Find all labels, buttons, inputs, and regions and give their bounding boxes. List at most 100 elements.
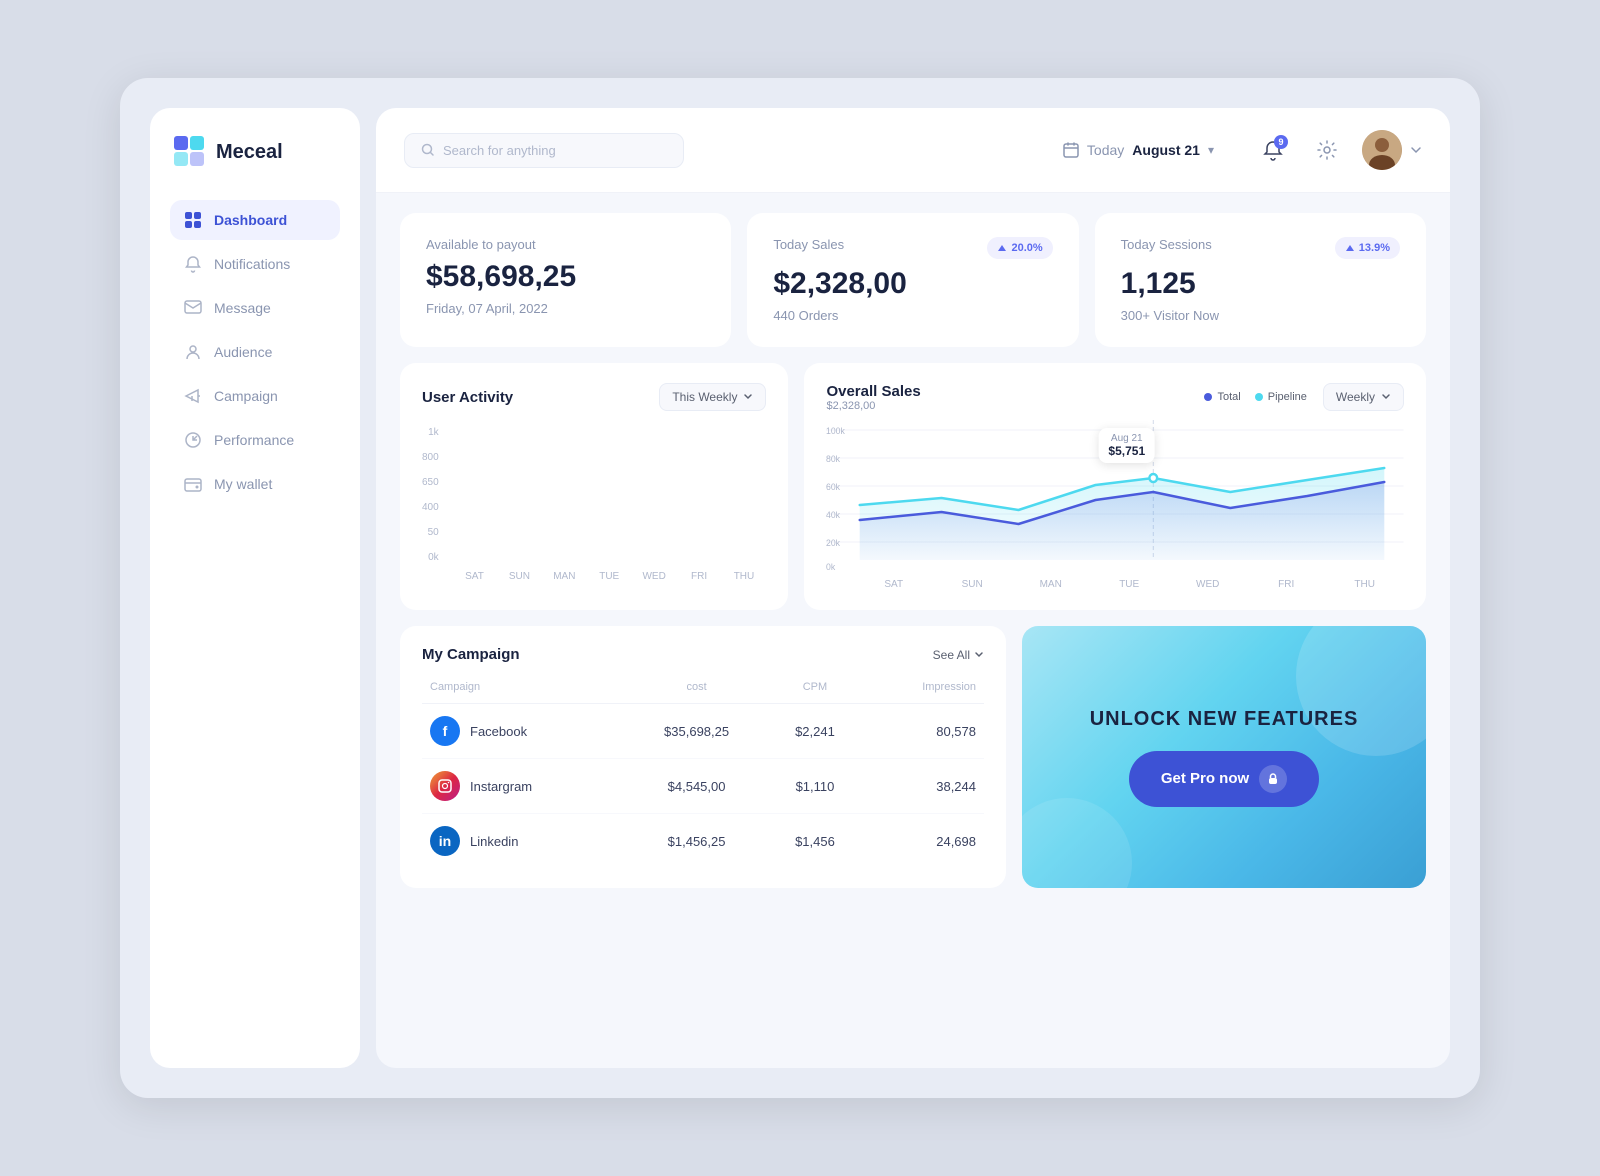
col-campaign: Campaign [422,677,626,704]
get-pro-button[interactable]: Get Pro now [1129,751,1319,807]
bar-x-labels: SAT SUN MAN TUE WED FRI THU [422,565,766,582]
sidebar-item-audience[interactable]: Audience [170,332,340,372]
user-activity-dropdown[interactable]: This Weekly [659,383,766,411]
date-pill[interactable]: Today August 21 ▾ [1063,142,1214,158]
impression-instagram: 38,244 [863,759,984,814]
impression-facebook: 80,578 [863,704,984,759]
gear-icon [1316,139,1338,161]
bell-icon [184,255,202,273]
stat-sub-payout: Friday, 07 April, 2022 [426,301,705,316]
date-chevron: ▾ [1208,143,1214,157]
stat-sub-sessions: 300+ Visitor Now [1121,308,1400,323]
calendar-icon [1063,142,1079,158]
overall-sales-card: Overall Sales $2,328,00 Total [804,363,1426,610]
charts-row: User Activity This Weekly 1k 80 [400,363,1426,610]
col-cost: cost [626,677,766,704]
stat-card-payout: Available to payout $58,698,25 Friday, 0… [400,213,731,347]
see-all-button[interactable]: See All [933,648,984,662]
stat-badge-value-sessions: 13.9% [1359,242,1390,254]
pro-unlock-text: UNLOCK NEW FEATURES [1090,708,1359,731]
stat-card-sales: Today Sales 20.0% $2,328,00 440 Orders [747,213,1078,347]
line-chart-container: 100k 80k 60k 40k 20k 0k [826,420,1404,575]
avatar-chevron-icon [1410,144,1422,156]
stats-row: Available to payout $58,698,25 Friday, 0… [400,213,1426,347]
svg-text:0k: 0k [826,562,836,572]
stat-badge-sessions: 13.9% [1335,237,1400,259]
legend-pipeline: Pipeline [1255,391,1307,403]
legend-total: Total [1204,391,1240,403]
table-row: f Facebook $35,698,25 $2,241 80,578 [422,704,984,759]
notification-badge: 9 [1274,135,1288,149]
stat-value-sales: $2,328,00 [773,267,1052,300]
instagram-icon [430,771,460,801]
search-placeholder: Search for anything [443,143,556,158]
user-activity-title: User Activity [422,389,513,406]
stat-badge-value-sales: 20.0% [1011,242,1042,254]
logo-area: Meceal [170,136,340,168]
legend-label-total: Total [1217,391,1240,403]
platform-cell-linkedin: in Linkedin [430,826,618,856]
svg-text:40k: 40k [826,510,841,520]
linkedin-icon: in [430,826,460,856]
line-chart-x-labels: SAT SUN MAN TUE WED FRI THU [826,575,1404,590]
legend-label-pipeline: Pipeline [1268,391,1307,403]
annotation-date: Aug 21 [1111,433,1143,444]
notification-button[interactable]: 9 [1254,131,1292,169]
stat-title-sales: Today Sales [773,237,844,252]
col-impression: Impression [863,677,984,704]
stat-title-sessions: Today Sessions [1121,237,1212,252]
app-name: Meceal [216,141,283,164]
user-activity-card: User Activity This Weekly 1k 80 [400,363,788,610]
search-bar[interactable]: Search for anything [404,133,684,168]
sidebar: Meceal Dashboard Notifications Mess [150,108,360,1068]
cpm-linkedin: $1,456 [767,814,863,869]
arrow-up-icon-sales [997,243,1007,253]
svg-text:60k: 60k [826,482,841,492]
sidebar-label-notifications: Notifications [214,256,290,272]
lock-icon [1259,765,1287,793]
header-actions: 9 [1254,130,1422,170]
sidebar-label-audience: Audience [214,344,272,360]
sidebar-item-performance[interactable]: Performance [170,420,340,460]
user-avatar-area[interactable] [1362,130,1422,170]
platform-cell-facebook: f Facebook [430,716,618,746]
user-avatar [1362,130,1402,170]
impression-linkedin: 24,698 [863,814,984,869]
campaign-table: Campaign cost CPM Impression f [422,677,984,868]
stat-badge-sales: 20.0% [987,237,1052,259]
arrow-up-icon-sessions [1345,243,1355,253]
dashboard-body: Available to payout $58,698,25 Friday, 0… [376,193,1450,1068]
svg-text:80k: 80k [826,454,841,464]
legend-dot-pipeline [1255,393,1263,401]
sidebar-item-message[interactable]: Message [170,288,340,328]
platform-name-instagram: Instargram [470,779,532,794]
platform-name-linkedin: Linkedin [470,834,518,849]
sidebar-item-mywallet[interactable]: My wallet [170,464,340,504]
campaign-card: My Campaign See All Campaign co [400,626,1006,888]
chevron-down-icon [743,392,753,402]
cost-linkedin: $1,456,25 [626,814,766,869]
table-row: in Linkedin $1,456,25 $1,456 24,698 [422,814,984,869]
campaign-header: My Campaign See All [422,646,984,663]
bar-groups [447,425,767,565]
cost-instagram: $4,545,00 [626,759,766,814]
dashboard-icon [184,211,202,229]
sidebar-item-dashboard[interactable]: Dashboard [170,200,340,240]
sidebar-label-message: Message [214,300,271,316]
settings-button[interactable] [1308,131,1346,169]
performance-icon [184,431,202,449]
line-chart-legend: Total Pipeline [1204,391,1306,403]
search-icon [421,143,435,157]
overall-sales-dropdown[interactable]: Weekly [1323,383,1404,411]
sidebar-item-campaign[interactable]: Campaign [170,376,340,416]
line-chart-title-area: Overall Sales $2,328,00 [826,383,920,412]
overall-sales-dropdown-label: Weekly [1336,390,1375,404]
chevron-down-icon-2 [1381,392,1391,402]
sidebar-item-notifications[interactable]: Notifications [170,244,340,284]
audience-icon [184,343,202,361]
sidebar-label-campaign: Campaign [214,388,278,404]
bottom-row: My Campaign See All Campaign co [400,626,1426,888]
sidebar-label-mywallet: My wallet [214,476,272,492]
stat-sub-sales: 440 Orders [773,308,1052,323]
overall-sales-title: Overall Sales [826,383,920,400]
